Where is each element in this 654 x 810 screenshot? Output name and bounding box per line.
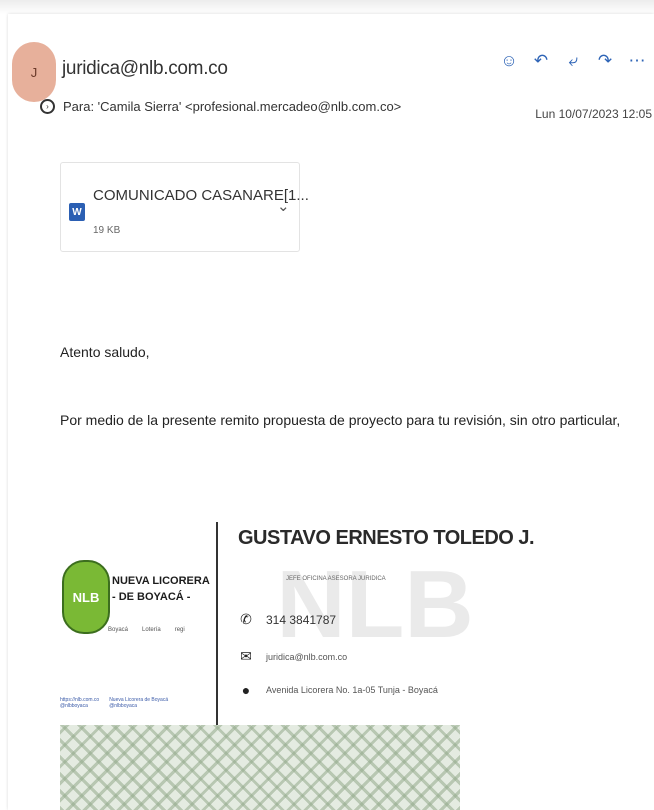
phone-number[interactable]: 314 3841787	[266, 613, 336, 627]
partner-logo: Lotería	[142, 627, 161, 633]
chevron-down-icon[interactable]: ⌄	[277, 197, 290, 215]
brand-line-2: - DE BOYACÁ -	[112, 591, 191, 603]
nlb-logo: NLB	[62, 560, 110, 634]
sender-address[interactable]: juridica@nlb.com.co	[62, 58, 228, 80]
social-links: https://nlb.com.co @nlbboyaca Nueva Lico…	[60, 697, 168, 709]
more-icon[interactable]: ⋯	[628, 51, 646, 71]
partner-logo: Boyacá	[108, 627, 129, 633]
location-pin-icon: ●	[241, 682, 251, 698]
body-greeting: Atento saludo,	[60, 344, 150, 360]
reply-all-icon[interactable]: ⤶	[564, 51, 582, 71]
sent-date: Lun 10/07/2023 12:05	[535, 107, 652, 121]
recipient-line[interactable]: Para: 'Camila Sierra' <profesional.merca…	[63, 99, 401, 114]
partner-logo: regi	[174, 627, 185, 633]
contact-email: ✉ juridica@nlb.com.co	[238, 648, 347, 665]
word-document-icon: W	[69, 203, 85, 221]
signature-role: JEFE OFICINA ASESORA JURIDICA	[286, 576, 386, 582]
social-link[interactable]: @nlbboyaca	[60, 703, 99, 709]
signature-divider	[216, 522, 218, 734]
email-icon: ✉	[240, 648, 252, 664]
recipient-row: › Para: 'Camila Sierra' <profesional.mer…	[40, 99, 401, 114]
sender-avatar[interactable]: J	[12, 42, 56, 102]
expand-recipients-icon[interactable]: ›	[40, 99, 55, 114]
reply-icon[interactable]: ↶	[532, 51, 550, 71]
emoji-icon[interactable]: ☺	[500, 51, 518, 71]
social-link[interactable]: @nlbboyaca	[109, 703, 168, 709]
contact-phone: ✆ 314 3841787	[238, 611, 336, 628]
signature-email[interactable]: juridica@nlb.com.co	[266, 652, 347, 662]
signature-address: Avenida Licorera No. 1a-05 Tunja - Boyac…	[266, 685, 438, 695]
attachment-card[interactable]: W COMUNICADO CASANARE[1... 19 KB ⌄	[60, 162, 309, 252]
brand-line-1: NUEVA LICORERA	[112, 575, 210, 587]
partner-logos: Boyacá Lotería regi	[108, 627, 185, 633]
signature-name: GUSTAVO ERNESTO TOLEDO J.	[238, 527, 535, 549]
signature-logo-block: NLB NUEVA LICORERA - DE BOYACÁ - Boyacá …	[60, 545, 210, 715]
signature-pattern-banner	[60, 725, 460, 810]
forward-icon[interactable]: ↷	[596, 51, 614, 71]
contact-address: ● Avenida Licorera No. 1a-05 Tunja - Boy…	[238, 682, 438, 698]
phone-icon: ✆	[240, 611, 252, 627]
attachment-size: 19 KB	[93, 225, 121, 236]
email-reading-pane: J juridica@nlb.com.co ☺ ↶ ⤶ ↷ ⋯ › Para: …	[0, 0, 654, 810]
message-actions: ☺ ↶ ⤶ ↷ ⋯	[500, 51, 646, 71]
body-message: Por medio de la presente remito propuest…	[60, 412, 621, 428]
